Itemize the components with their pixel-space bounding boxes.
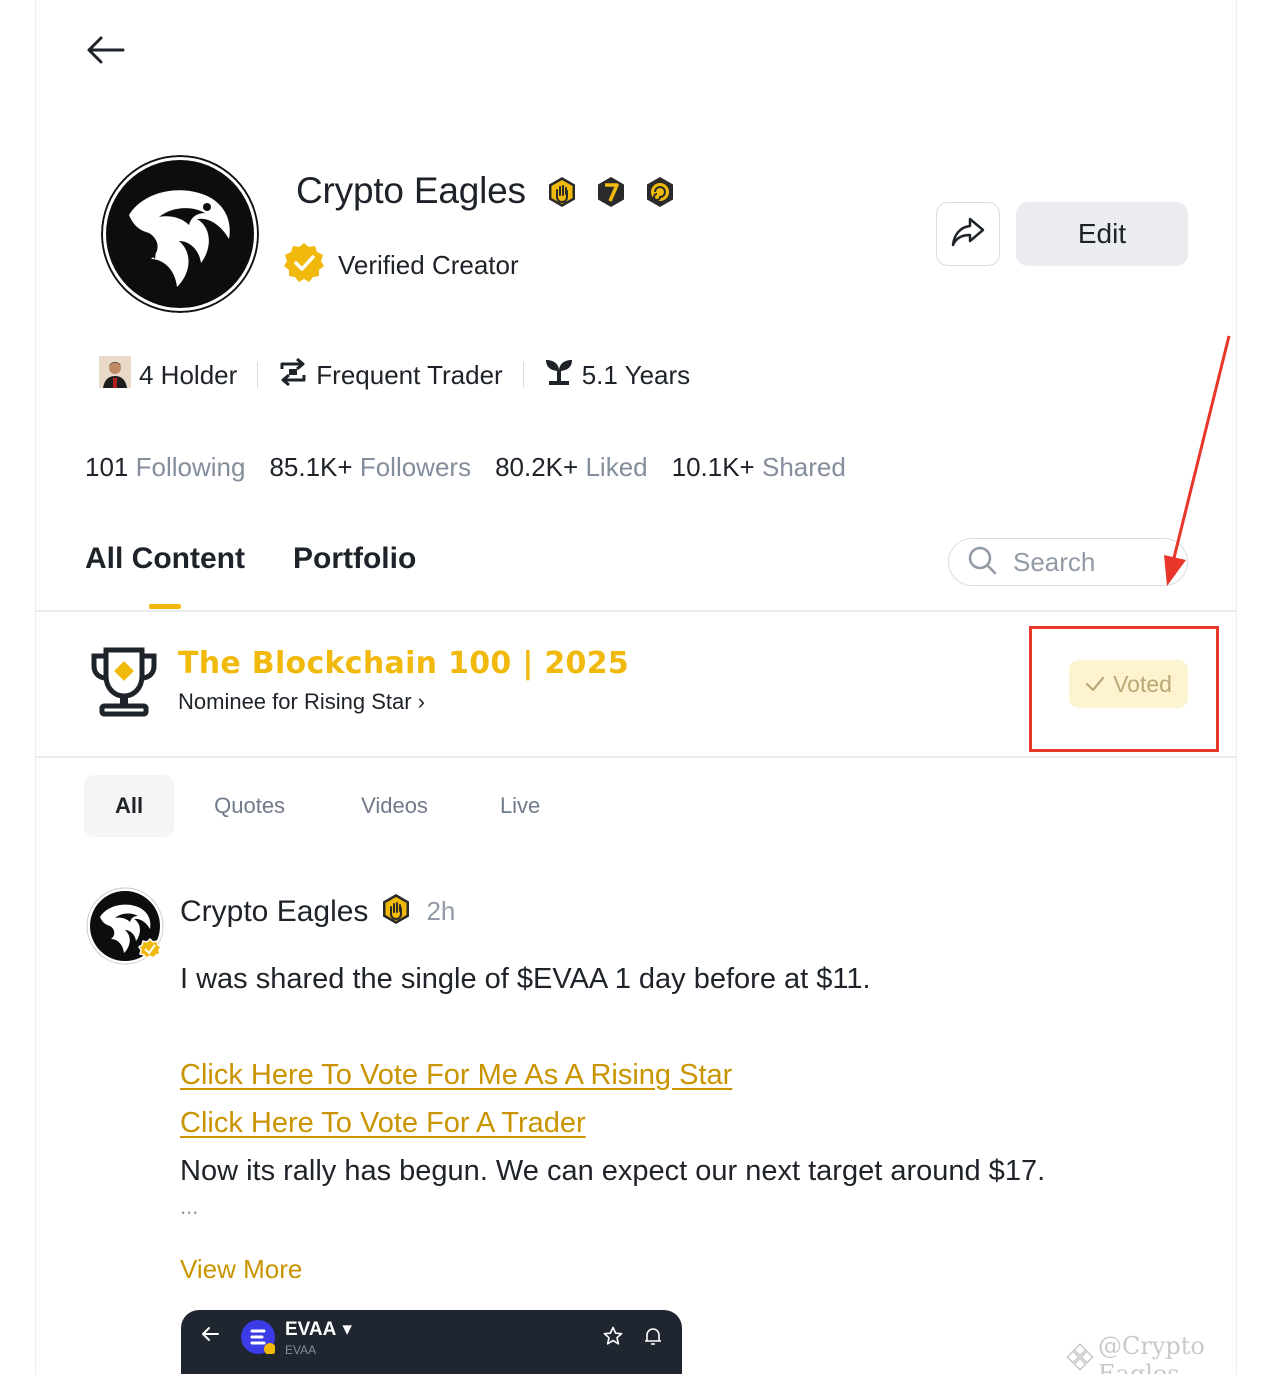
evaa-logo-icon <box>241 1320 276 1355</box>
tab-portfolio[interactable]: Portfolio <box>293 542 416 576</box>
hand-badge-icon <box>380 893 412 930</box>
vote-rising-star-link[interactable]: Click Here To Vote For Me As A Rising St… <box>180 1059 732 1091</box>
sprout-icon <box>544 357 574 394</box>
subtab-videos[interactable]: Videos <box>325 775 464 837</box>
award-divider <box>35 756 1237 758</box>
tag-frequent-trader[interactable]: Frequent Trader <box>278 357 503 394</box>
tag-frequent-trader-label: Frequent Trader <box>316 359 503 390</box>
stat-following[interactable]: 101 Following <box>85 452 245 483</box>
post-body: I was shared the single of $EVAA 1 day b… <box>180 955 1180 1219</box>
edit-button[interactable]: Edit <box>1016 202 1188 266</box>
tab-all-content[interactable]: All Content <box>85 542 245 576</box>
post-author-name[interactable]: Crypto Eagles <box>180 895 368 929</box>
voted-label: Voted <box>1113 670 1172 697</box>
stat-shared: 10.1K+ Shared <box>671 452 846 482</box>
embed-token-title: EVAA ▾ <box>285 1318 352 1341</box>
tag-years-label: 5.1 Years <box>581 359 691 390</box>
stat-followers[interactable]: 85.1K+ Followers <box>269 452 471 483</box>
award-title: The Blockchain 100 | 2025 <box>178 646 630 681</box>
profile-stats: 101 Following 85.1K+ Followers 80.2K+ Li… <box>85 452 846 483</box>
tag-divider <box>257 362 259 388</box>
caret-down-icon: ▾ <box>342 1319 352 1340</box>
post-header: Crypto Eagles 2h <box>180 893 455 930</box>
verified-label: Verified Creator <box>338 250 519 280</box>
tag-holder[interactable]: 4 Holder <box>99 355 238 395</box>
award-text: The Blockchain 100 | 2025 Nominee for Ri… <box>178 646 629 723</box>
post-filter-tabs: All Quotes Videos Live <box>84 775 576 837</box>
view-more-link[interactable]: View More <box>180 1254 302 1285</box>
tag-divider <box>522 362 524 388</box>
vote-trader-link[interactable]: Click Here To Vote For A Trader <box>180 1107 586 1139</box>
trophy-icon <box>88 646 160 723</box>
holder-avatar-icon <box>99 355 131 395</box>
post-ellipsis: ... <box>180 1194 199 1219</box>
post-embedded-image[interactable]: EVAA ▾ EVAA <box>181 1310 682 1374</box>
tag-years[interactable]: 5.1 Years <box>544 357 690 394</box>
watermark: @Crypto Eagles <box>1066 1332 1288 1374</box>
award-banner[interactable]: The Blockchain 100 | 2025 Nominee for Ri… <box>88 646 629 723</box>
tabs-divider <box>35 610 1237 612</box>
bell-icon <box>643 1326 663 1351</box>
post-timestamp: 2h <box>426 896 456 926</box>
share-icon <box>950 216 986 253</box>
star-icon <box>603 1326 623 1351</box>
spiral-badge-icon[interactable] <box>644 176 676 208</box>
chevron-right-icon: › <box>417 689 425 714</box>
check-icon <box>1085 671 1105 698</box>
seven-badge-icon[interactable] <box>595 176 627 208</box>
award-subtitle[interactable]: Nominee for Rising Star › <box>178 689 629 715</box>
profile-avatar <box>101 155 259 313</box>
stat-liked: 80.2K+ Liked <box>495 452 648 482</box>
tag-holder-label: 4 Holder <box>139 359 238 390</box>
hand-badge-icon[interactable] <box>546 176 578 208</box>
embed-token-subtitle: EVAA <box>285 1343 317 1357</box>
post-text-line: I was shared the single of $EVAA 1 day b… <box>180 963 871 995</box>
search-box[interactable] <box>948 538 1188 586</box>
subtab-all[interactable]: All <box>84 775 175 837</box>
verified-creator: Verified Creator <box>282 241 519 290</box>
subtab-live[interactable]: Live <box>464 775 576 837</box>
active-tab-indicator <box>149 604 181 609</box>
content-tabs: All Content Portfolio <box>85 542 416 576</box>
profile-tags: 4 Holder Frequent Trader 5.1 Years <box>99 355 690 395</box>
profile-name: Crypto Eagles <box>296 170 526 211</box>
post-author-avatar[interactable] <box>86 887 164 965</box>
voted-button[interactable]: Voted <box>1069 660 1188 708</box>
binance-watermark-icon <box>1066 1343 1094 1374</box>
back-arrow-icon[interactable] <box>84 30 126 70</box>
back-arrow-icon <box>201 1326 219 1347</box>
subtab-quotes[interactable]: Quotes <box>174 775 325 837</box>
share-button[interactable] <box>936 202 1000 266</box>
verified-badge-icon <box>282 241 326 290</box>
search-input[interactable] <box>1013 546 1163 578</box>
badge-row <box>546 176 676 208</box>
trade-swap-icon <box>278 357 308 394</box>
search-icon <box>967 545 997 580</box>
post-text-line: Now its rally has begun. We can expect o… <box>180 1155 1046 1187</box>
